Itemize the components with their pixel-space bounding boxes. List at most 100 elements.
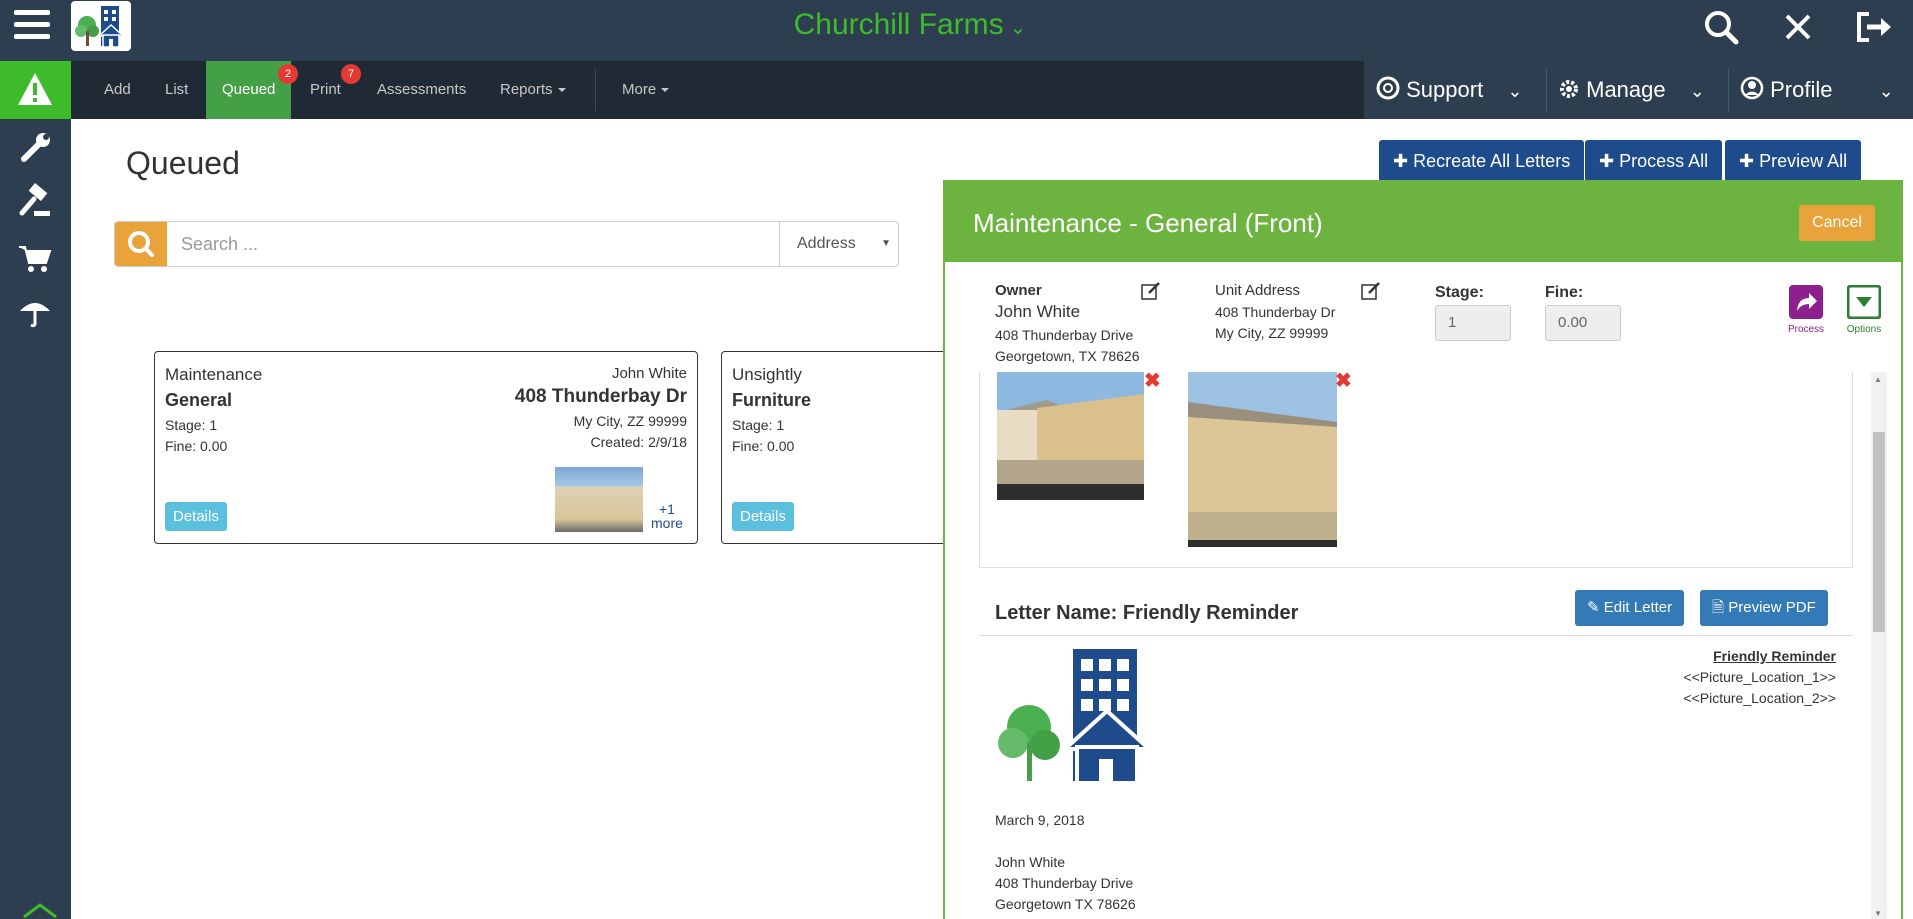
card-fine: Fine: 0.00 xyxy=(732,438,795,454)
edit-unit-address-icon[interactable] xyxy=(1361,281,1381,301)
manage-menu[interactable]: Manage ⌄ xyxy=(1558,61,1705,119)
right-nav: Support ⌄ Manage ⌄ Profile ⌄ xyxy=(1364,61,1913,119)
home-icon[interactable] xyxy=(20,899,60,919)
scroll-down-icon[interactable]: ▼ xyxy=(1874,909,1882,918)
remove-photo-icon[interactable]: ✖ xyxy=(1335,368,1352,393)
profile-label: Profile xyxy=(1770,77,1833,102)
stage-field[interactable]: 1 xyxy=(1435,305,1511,341)
modal-header: Maintenance - General (Front) Cancel xyxy=(945,182,1901,262)
preview-pdf-button[interactable]: 🗎 Preview PDF xyxy=(1700,590,1828,626)
scrollbar-thumb[interactable] xyxy=(1873,432,1885,632)
remove-photo-icon[interactable]: ✖ xyxy=(1144,368,1161,393)
owner-label: Owner xyxy=(995,282,1042,299)
manage-label: Manage xyxy=(1586,77,1666,102)
edit-owner-icon[interactable] xyxy=(1141,281,1161,301)
stage-label: Stage: xyxy=(1435,284,1484,301)
support-menu[interactable]: Support ⌄ xyxy=(1376,61,1522,119)
card-category: Maintenance xyxy=(165,365,263,384)
unit-street: 408 Thunderbay Dr xyxy=(1215,304,1336,320)
modal-scrollbar[interactable]: ▲ ▼ xyxy=(1871,372,1887,919)
violation-card: Maintenance General Stage: 1 Fine: 0.00 … xyxy=(154,351,698,544)
gear-icon xyxy=(1560,80,1578,98)
main-nav: Add List Queued 2 Print 7 Assessments Re… xyxy=(71,61,1364,119)
sidebar xyxy=(0,61,71,919)
community-selector[interactable]: Churchill Farms ⌄ xyxy=(760,8,1060,42)
nav-divider xyxy=(1546,69,1547,111)
chevron-down-icon: ⌄ xyxy=(1009,17,1027,39)
details-button[interactable]: Details xyxy=(732,502,794,531)
cancel-button[interactable]: Cancel xyxy=(1799,205,1875,241)
more-photos-link[interactable]: +1 more xyxy=(651,502,683,530)
search-input[interactable] xyxy=(169,222,779,266)
violation-card: Unsightly Furniture Stage: 1 Fine: 0.00 … xyxy=(721,351,981,544)
owner-name: John White xyxy=(995,302,1081,321)
edit-letter-button[interactable]: ✎ Edit Letter xyxy=(1575,590,1685,626)
gavel-icon[interactable] xyxy=(16,183,54,221)
more-label: more xyxy=(651,515,683,531)
letter-recipient-street: 408 Thunderbay Drive xyxy=(995,875,1134,891)
nav-more[interactable]: More xyxy=(606,61,685,119)
search-icon[interactable] xyxy=(1702,8,1742,48)
cart-icon[interactable] xyxy=(16,239,54,277)
profile-menu[interactable]: Profile ⌄ xyxy=(1740,61,1894,119)
process-all-button[interactable]: ✚ Process All xyxy=(1585,140,1723,182)
card-type: Furniture xyxy=(732,390,811,410)
card-stage: Stage: 1 xyxy=(732,417,785,433)
options-action[interactable]: Options xyxy=(1845,284,1883,335)
caret-down-icon xyxy=(661,88,670,93)
recreate-all-letters-button[interactable]: ✚ Recreate All Letters xyxy=(1379,140,1585,182)
letter-logo xyxy=(995,649,1165,790)
details-button[interactable]: Details xyxy=(165,502,227,531)
violation-photo[interactable] xyxy=(997,372,1144,500)
nav-divider xyxy=(595,69,596,111)
search-filter-select[interactable]: Address ▼ xyxy=(779,222,899,266)
search-button[interactable] xyxy=(115,222,167,266)
photo-panel: ✖ ✖ xyxy=(979,370,1853,568)
dropdown-box-icon xyxy=(1846,284,1882,320)
scroll-up-icon[interactable]: ▲ xyxy=(1874,375,1882,384)
letter-date: March 9, 2018 xyxy=(995,812,1085,828)
print-count-badge: 7 xyxy=(341,64,361,84)
card-city: My City, ZZ 99999 xyxy=(573,413,687,429)
violation-photo[interactable] xyxy=(1188,372,1337,547)
process-action[interactable]: Process xyxy=(1787,285,1825,335)
nav-more-label: More xyxy=(622,81,657,98)
nav-assessments[interactable]: Assessments xyxy=(361,61,482,119)
modal-title: Maintenance - General (Front) xyxy=(973,208,1323,238)
options-label: Options xyxy=(1846,324,1882,335)
menu-icon[interactable] xyxy=(14,10,50,42)
wrench-icon[interactable] xyxy=(16,129,54,167)
card-fine: Fine: 0.00 xyxy=(165,438,228,454)
violation-thumbnail[interactable] xyxy=(555,467,643,532)
owner-city: Georgetown, TX 78626 xyxy=(995,348,1140,364)
unit-city: My City, ZZ 99999 xyxy=(1215,325,1329,341)
sidebar-item-alerts[interactable] xyxy=(0,61,71,119)
card-owner: John White xyxy=(611,365,687,382)
plus-icon: ✚ xyxy=(1739,151,1755,171)
fine-field[interactable]: 0.00 xyxy=(1545,305,1621,341)
caret-down-icon: ▼ xyxy=(881,238,891,249)
nav-reports[interactable]: Reports xyxy=(484,61,582,119)
logout-icon[interactable] xyxy=(1855,8,1895,48)
letter-heading: Friendly Reminder xyxy=(1713,648,1836,664)
letter-picture-location-2: <<Picture_Location_2>> xyxy=(1683,690,1836,706)
preview-all-label: Preview All xyxy=(1759,151,1848,171)
nav-add[interactable]: Add xyxy=(88,61,147,119)
preview-all-button[interactable]: ✚ Preview All xyxy=(1725,140,1862,182)
close-icon[interactable] xyxy=(1779,8,1819,48)
divider xyxy=(979,635,1853,636)
lifebuoy-icon xyxy=(1376,76,1400,100)
letter-name: Letter Name: Friendly Reminder xyxy=(995,602,1299,624)
owner-street: 408 Thunderbay Drive xyxy=(995,327,1134,343)
unit-address-label: Unit Address xyxy=(1215,282,1301,299)
card-address: 408 Thunderbay Dr xyxy=(514,386,687,407)
nav-queued-label: Queued xyxy=(222,81,276,98)
caret-down-icon xyxy=(557,88,566,93)
umbrella-icon[interactable] xyxy=(16,293,54,331)
app-logo[interactable] xyxy=(71,1,131,51)
nav-list[interactable]: List xyxy=(149,61,204,119)
card-category: Unsightly xyxy=(732,365,802,384)
user-circle-icon xyxy=(1740,76,1764,100)
card-type: General xyxy=(165,390,233,410)
letter-recipient-city: Georgetown TX 78626 xyxy=(995,896,1136,912)
